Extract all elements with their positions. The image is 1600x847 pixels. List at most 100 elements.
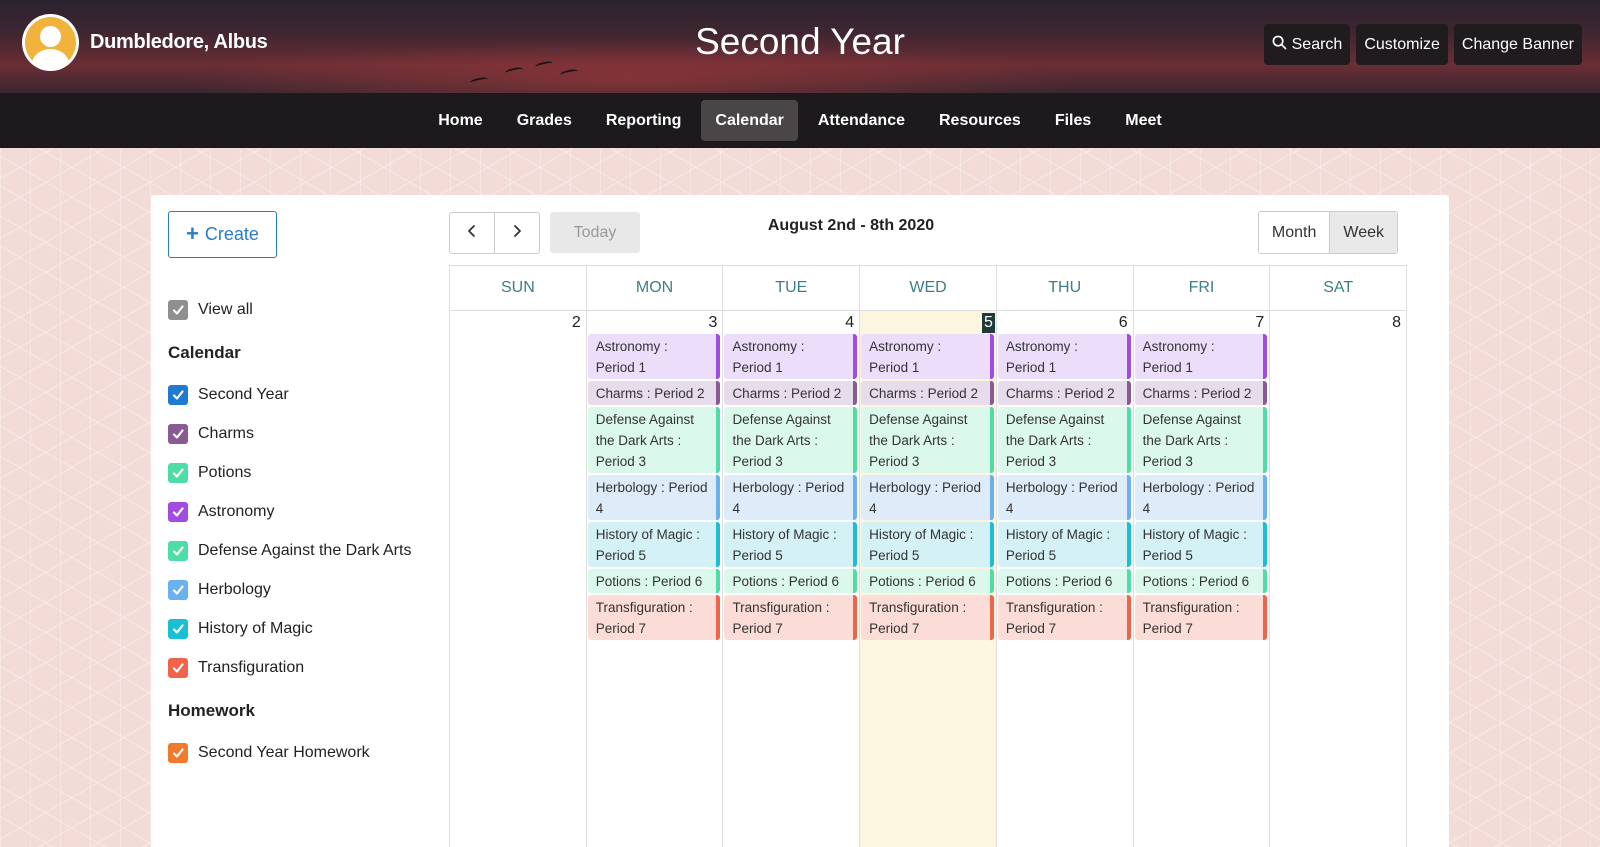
nav-item-reporting[interactable]: Reporting <box>592 100 696 141</box>
checkbox-checked-icon[interactable] <box>168 742 188 763</box>
plus-icon: + <box>186 220 199 246</box>
checkbox-checked-icon[interactable] <box>168 384 188 405</box>
change-banner-button[interactable]: Change Banner <box>1453 24 1582 65</box>
calendar-event[interactable]: Charms : Period 2 <box>1134 381 1268 405</box>
customize-button[interactable]: Customize <box>1356 24 1448 65</box>
calendar-event[interactable]: Transfiguration : Period 7 <box>861 595 994 640</box>
nav-item-calendar[interactable]: Calendar <box>701 100 798 141</box>
calendar-event[interactable]: Herbology : Period 4 <box>1134 475 1268 520</box>
calendar-event[interactable]: Astronomy : Period 1 <box>724 334 858 379</box>
calendar-event[interactable]: Astronomy : Period 1 <box>861 334 994 379</box>
calendar-toggle-second-year-homework[interactable]: Second Year Homework <box>168 733 438 772</box>
day-cell-sat[interactable]: 8 <box>1270 311 1408 847</box>
calendar-event[interactable]: Herbology : Period 4 <box>724 475 858 520</box>
calendar-toggle-herbology[interactable]: Herbology <box>168 570 438 609</box>
calendar-event[interactable]: Charms : Period 2 <box>861 381 994 405</box>
create-label: Create <box>204 224 259 244</box>
calendar-event[interactable]: Transfiguration : Period 7 <box>1134 595 1268 640</box>
week-grid: SUN MON TUE WED THU FRI SAT 2 3 Astronomy : Peri… <box>449 265 1408 847</box>
day-number: 6 <box>1118 314 1128 331</box>
calendar-event[interactable]: Defense Against the Dark Arts : Period 3 <box>724 407 858 473</box>
calendar-event[interactable]: Potions : Period 6 <box>724 569 858 593</box>
view-all-toggle[interactable]: View all <box>168 290 438 329</box>
calendar-toggle-charms[interactable]: Charms <box>168 414 438 453</box>
weekday-header-row: SUN MON TUE WED THU FRI SAT <box>450 266 1408 311</box>
calendar-event[interactable]: Potions : Period 6 <box>997 569 1131 593</box>
calendar-event[interactable]: Transfiguration : Period 7 <box>587 595 721 640</box>
calendar-heading: Calendar <box>168 343 241 362</box>
weekday-header-mon: MON <box>587 266 724 310</box>
chevron-left-icon <box>465 224 479 243</box>
calendar-event[interactable]: Charms : Period 2 <box>997 381 1131 405</box>
calendar-event[interactable]: Defense Against the Dark Arts : Period 3 <box>587 407 721 473</box>
checkbox-checked-icon[interactable] <box>168 462 188 483</box>
day-number: 2 <box>571 314 581 331</box>
calendar-event[interactable]: Transfiguration : Period 7 <box>724 595 858 640</box>
calendar-event[interactable]: Charms : Period 2 <box>724 381 858 405</box>
checkbox-checked-icon[interactable] <box>168 579 188 600</box>
calendar-event[interactable]: Defense Against the Dark Arts : Period 3 <box>861 407 994 473</box>
calendar-toggle-defense-against-the-dark-arts[interactable]: Defense Against the Dark Arts <box>168 531 438 570</box>
day-cell-mon[interactable]: 3 Astronomy : Period 1 Charms : Period 2 De… <box>587 311 724 847</box>
today-button[interactable]: Today <box>550 212 640 253</box>
calendar-event[interactable]: Herbology : Period 4 <box>997 475 1131 520</box>
calendar-event[interactable]: Herbology : Period 4 <box>587 475 721 520</box>
calendar-event[interactable]: History of Magic : Period 5 <box>1134 522 1268 567</box>
previous-week-button[interactable] <box>450 213 494 253</box>
checkbox-checked-icon[interactable] <box>168 618 188 639</box>
checkbox-checked-icon[interactable] <box>168 501 188 522</box>
day-number: 8 <box>1392 314 1402 331</box>
day-events: Astronomy : Period 1 Charms : Period 2 Def… <box>1134 334 1268 642</box>
calendar-event[interactable]: Transfiguration : Period 7 <box>997 595 1131 640</box>
day-events: Astronomy : Period 1 Charms : Period 2 Def… <box>861 334 994 642</box>
calendar-event[interactable]: History of Magic : Period 5 <box>997 522 1131 567</box>
checkbox-checked-icon[interactable] <box>168 657 188 678</box>
calendar-label: History of Magic <box>198 619 313 637</box>
calendar-toggle-second-year[interactable]: Second Year <box>168 375 438 414</box>
month-view-button[interactable]: Month <box>1259 212 1329 253</box>
nav-item-meet[interactable]: Meet <box>1111 100 1175 141</box>
day-cell-sun[interactable]: 2 <box>450 311 587 847</box>
nav-item-grades[interactable]: Grades <box>503 100 586 141</box>
calendar-event[interactable]: History of Magic : Period 5 <box>724 522 858 567</box>
weekday-header-thu: THU <box>997 266 1134 310</box>
nav-item-files[interactable]: Files <box>1041 100 1105 141</box>
next-week-button[interactable] <box>494 213 539 253</box>
calendar-event[interactable]: Defense Against the Dark Arts : Period 3 <box>997 407 1131 473</box>
calendar-sidebar: View all Calendar Second Year Charms Potio… <box>168 290 438 772</box>
calendar-event[interactable]: Charms : Period 2 <box>587 381 721 405</box>
nav-item-home[interactable]: Home <box>424 100 496 141</box>
calendar-toggle-history-of-magic[interactable]: History of Magic <box>168 609 438 648</box>
calendar-event[interactable]: Astronomy : Period 1 <box>997 334 1131 379</box>
day-cell-thu[interactable]: 6 Astronomy : Period 1 Charms : Period 2 De… <box>997 311 1134 847</box>
checkbox-checked-icon[interactable] <box>168 540 188 561</box>
calendar-event[interactable]: Potions : Period 6 <box>587 569 721 593</box>
weekday-header-wed: WED <box>860 266 997 310</box>
calendar-event[interactable]: Astronomy : Period 1 <box>587 334 721 379</box>
calendar-event[interactable]: Astronomy : Period 1 <box>1134 334 1268 379</box>
create-button[interactable]: + Create <box>168 211 277 258</box>
nav-item-attendance[interactable]: Attendance <box>804 100 919 141</box>
day-cell-tue[interactable]: 4 Astronomy : Period 1 Charms : Period 2 De… <box>723 311 861 847</box>
calendar-label: Potions <box>198 463 252 481</box>
checkbox-checked-icon[interactable] <box>168 423 188 444</box>
day-cell-wed[interactable]: 5 Astronomy : Period 1 Charms : Period 2 De… <box>860 311 997 847</box>
checkbox-checked-icon[interactable] <box>168 299 188 320</box>
nav-item-resources[interactable]: Resources <box>925 100 1035 141</box>
search-button[interactable]: Search <box>1263 24 1351 65</box>
calendar-toggle-potions[interactable]: Potions <box>168 453 438 492</box>
calendar-toggle-transfiguration[interactable]: Transfiguration <box>168 648 438 687</box>
calendar-event[interactable]: Potions : Period 6 <box>1134 569 1268 593</box>
day-cell-fri[interactable]: 7 Astronomy : Period 1 Charms : Period 2 De… <box>1134 311 1271 847</box>
banner: Dumbledore, Albus Second Year Search Cus… <box>0 0 1600 93</box>
calendar-toggle-astronomy[interactable]: Astronomy <box>168 492 438 531</box>
day-events: Astronomy : Period 1 Charms : Period 2 Def… <box>724 334 858 642</box>
calendar-event[interactable]: Herbology : Period 4 <box>861 475 994 520</box>
weekday-header-fri: FRI <box>1134 266 1271 310</box>
calendar-event[interactable]: History of Magic : Period 5 <box>861 522 994 567</box>
calendar-event[interactable]: Potions : Period 6 <box>861 569 994 593</box>
date-range-label: August 2nd - 8th 2020 <box>767 217 935 234</box>
calendar-event[interactable]: History of Magic : Period 5 <box>587 522 721 567</box>
calendar-event[interactable]: Defense Against the Dark Arts : Period 3 <box>1134 407 1268 473</box>
week-view-button[interactable]: Week <box>1329 212 1397 253</box>
